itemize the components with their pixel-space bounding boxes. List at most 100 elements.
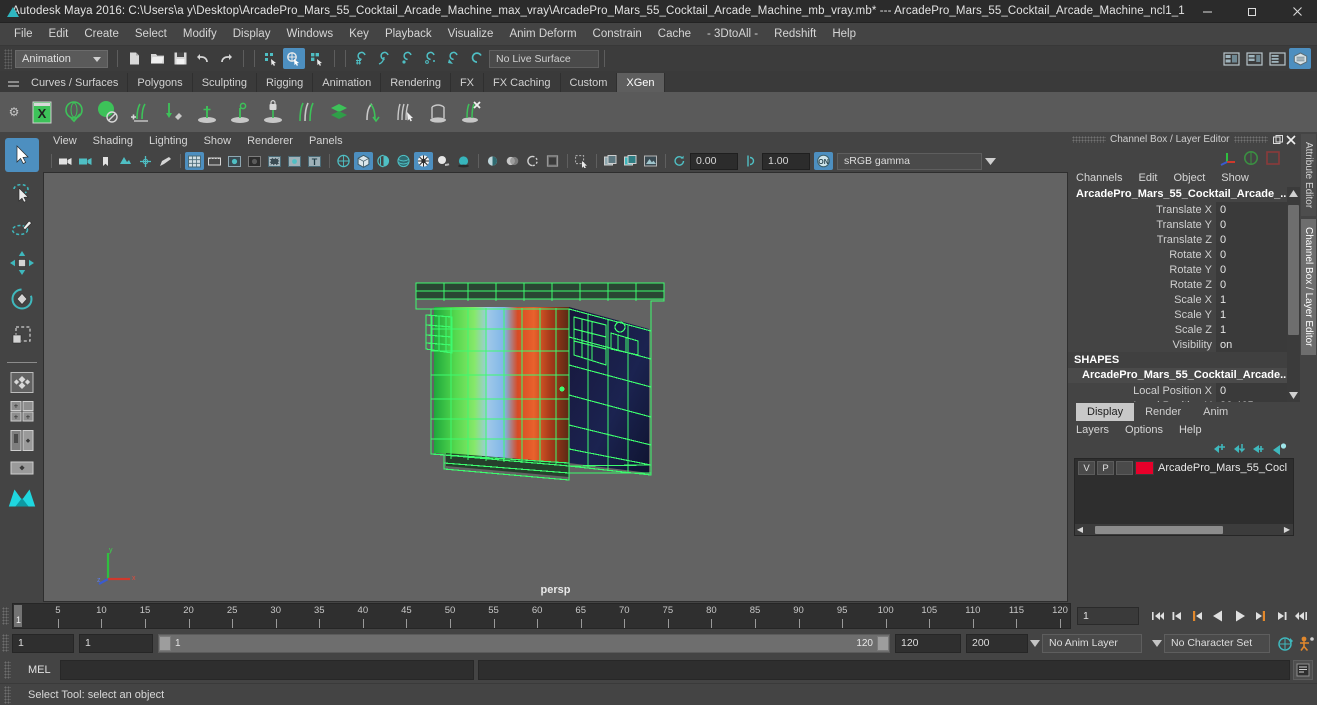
layer-menu-help[interactable]: Help	[1179, 424, 1202, 436]
panel-close-icon[interactable]	[1285, 133, 1298, 146]
panel-drag-handle[interactable]	[1072, 136, 1106, 143]
shelf-tab-custom[interactable]: Custom	[560, 73, 618, 92]
rotate-manip-icon[interactable]	[1242, 149, 1260, 167]
channel-row[interactable]: Translate Z 0	[1068, 232, 1300, 247]
show-hide-editors-button[interactable]	[1220, 48, 1242, 69]
exposure-value-field[interactable]: 0.00	[690, 152, 738, 170]
script-editor-button[interactable]	[1293, 659, 1313, 680]
help-line-grip[interactable]	[4, 685, 11, 704]
current-time-indicator[interactable]: 1	[14, 605, 22, 627]
vtab-channel-box-layer-editor[interactable]: Channel Box / Layer Editor	[1301, 219, 1316, 355]
shaded-wireframe-icon[interactable]	[374, 152, 393, 170]
texture-shading-icon[interactable]	[394, 152, 413, 170]
lasso-select-tool-button[interactable]	[5, 174, 39, 208]
select-by-object-type-button[interactable]	[283, 48, 305, 69]
show-hide-tool-settings-button[interactable]	[1289, 48, 1311, 69]
channel-row[interactable]: Rotate Z 0	[1068, 277, 1300, 292]
layer-list-horizontal-scrollbar[interactable]: ◀ ▶	[1075, 524, 1293, 535]
range-slider-bar[interactable]: 1 120	[158, 633, 890, 653]
xray-mode-icon[interactable]	[503, 152, 522, 170]
new-scene-button[interactable]	[123, 48, 145, 69]
layer-type-toggle[interactable]	[1116, 461, 1133, 475]
gamma-reset-icon[interactable]	[742, 152, 761, 170]
xray-joints-icon[interactable]	[523, 152, 542, 170]
make-live-button[interactable]	[466, 48, 488, 69]
xgen-layers-icon[interactable]	[323, 95, 355, 129]
snap-to-view-plane-button[interactable]	[443, 48, 465, 69]
channel-box-scrollbar[interactable]	[1287, 187, 1300, 402]
gate-mask-icon[interactable]	[245, 152, 264, 170]
channel-value[interactable]: 0	[1216, 217, 1287, 232]
shelf-tab-animation[interactable]: Animation	[313, 73, 382, 92]
snap-to-grid-button[interactable]	[351, 48, 373, 69]
layer-menu-layers[interactable]: Layers	[1076, 424, 1109, 436]
shadows-icon[interactable]	[434, 152, 453, 170]
create-layer-from-selected-icon[interactable]	[1270, 440, 1290, 457]
layout-single-pane-button[interactable]	[6, 369, 38, 395]
menu-modify[interactable]: Modify	[175, 26, 225, 42]
anim-layer-combo[interactable]: No Anim Layer	[1042, 633, 1142, 653]
vtab-attribute-editor[interactable]: Attribute Editor	[1301, 134, 1316, 217]
play-forwards-button[interactable]	[1229, 606, 1250, 626]
move-layer-up-icon[interactable]	[1210, 440, 1230, 457]
panel-drag-handle-right[interactable]	[1233, 136, 1268, 143]
menu-select[interactable]: Select	[127, 26, 175, 42]
display-layer-list[interactable]: V P ArcadePro_Mars_55_Cocl ◀ ▶	[1074, 458, 1294, 536]
snap-to-projected-center-button[interactable]	[420, 48, 442, 69]
shelf-tab-rendering[interactable]: Rendering	[381, 73, 451, 92]
channel-row[interactable]: Scale Z 1	[1068, 322, 1300, 337]
shelf-handle[interactable]	[4, 71, 22, 92]
scroll-down-arrow-icon[interactable]	[1287, 389, 1300, 402]
ambient-occlusion-icon[interactable]	[454, 152, 473, 170]
menu-windows[interactable]: Windows	[278, 26, 341, 42]
resolution-gate-icon[interactable]	[225, 152, 244, 170]
step-back-frame-button[interactable]	[1187, 606, 1208, 626]
xgen-sculpt-guide-icon[interactable]	[158, 95, 190, 129]
cb-menu-object[interactable]: Object	[1173, 172, 1205, 184]
layer-visibility-toggle[interactable]: V	[1078, 461, 1095, 475]
xgen-select-guides-icon[interactable]	[389, 95, 421, 129]
menu-key[interactable]: Key	[341, 26, 377, 42]
xray-active-components-icon[interactable]	[543, 152, 562, 170]
layout-four-pane-button[interactable]: + + +	[6, 398, 38, 424]
safe-action-icon[interactable]	[285, 152, 304, 170]
show-hide-channel-box-button[interactable]	[1266, 48, 1288, 69]
menu-cache[interactable]: Cache	[650, 26, 699, 42]
move-layer-down-icon[interactable]	[1230, 440, 1250, 457]
channel-value[interactable]: 36.465	[1216, 398, 1287, 402]
anim-layer-chevron-down-icon[interactable]	[1028, 639, 1042, 647]
layout-persp-outliner-button[interactable]	[6, 427, 38, 453]
scroll-up-arrow-icon[interactable]	[1287, 187, 1300, 200]
range-slider-grip[interactable]	[2, 634, 9, 652]
xgen-sphere-check-icon[interactable]	[59, 95, 91, 129]
menu-file[interactable]: File	[6, 26, 41, 42]
exposure-reset-icon[interactable]	[670, 152, 689, 170]
xgen-delete-guides-icon[interactable]	[455, 95, 487, 129]
play-backwards-button[interactable]	[1208, 606, 1229, 626]
color-profile-chevron-down-icon[interactable]	[982, 153, 998, 170]
select-tool-button[interactable]	[4, 138, 39, 172]
display-textures-icon[interactable]	[601, 152, 620, 170]
current-frame-field[interactable]: 1	[1077, 607, 1139, 625]
motion-blur-icon[interactable]	[483, 152, 502, 170]
auto-keyframe-toggle-icon[interactable]	[1296, 633, 1317, 653]
menu-display[interactable]: Display	[225, 26, 279, 42]
menu-constrain[interactable]: Constrain	[585, 26, 650, 42]
xgen-region-icon[interactable]	[422, 95, 454, 129]
xgen-clump-modifier-icon[interactable]	[356, 95, 388, 129]
shelf-tab-fx[interactable]: FX	[450, 73, 485, 92]
viewport-menu-shading[interactable]: Shading	[93, 135, 133, 147]
shelf-options-gear-icon[interactable]: ⚙	[2, 93, 26, 131]
xgen-sphere-disable-icon[interactable]	[92, 95, 124, 129]
snap-to-point-button[interactable]	[397, 48, 419, 69]
hardware-texturing-icon[interactable]	[621, 152, 640, 170]
channel-value[interactable]: 1	[1216, 292, 1287, 307]
wireframe-shading-icon[interactable]	[334, 152, 353, 170]
layer-color-swatch[interactable]	[1135, 461, 1154, 475]
go-to-end-button[interactable]	[1292, 606, 1313, 626]
select-by-hierarchy-button[interactable]	[260, 48, 282, 69]
menu-visualize[interactable]: Visualize	[440, 26, 502, 42]
film-gate-display-icon[interactable]	[265, 152, 284, 170]
film-gate-icon[interactable]	[205, 152, 224, 170]
channel-row[interactable]: Scale X 1	[1068, 292, 1300, 307]
